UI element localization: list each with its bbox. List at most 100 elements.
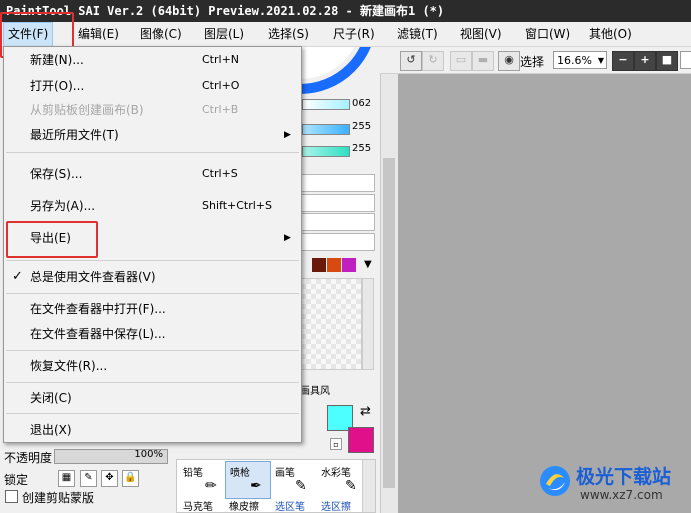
tool-airbrush-label: 喷枪 bbox=[230, 468, 250, 479]
tool-eraser[interactable]: 橡皮擦 bbox=[225, 498, 269, 513]
menu-exit[interactable]: 退出(X) bbox=[4, 419, 301, 441]
eye-icon[interactable]: ◉ bbox=[498, 51, 520, 71]
chevron-down-icon: ▼ bbox=[597, 56, 604, 65]
menu-ruler[interactable]: 尺子(R) bbox=[333, 22, 375, 47]
menu-close[interactable]: 关闭(C) bbox=[4, 387, 301, 409]
tool-watercolor[interactable]: 水彩笔 ✎ bbox=[317, 462, 361, 498]
tool-marker[interactable]: 马克笔 bbox=[179, 498, 223, 513]
tool-grid-scrollbar[interactable] bbox=[362, 460, 375, 512]
menu-separator bbox=[6, 152, 299, 153]
menu-separator bbox=[6, 260, 299, 261]
saturation-slider[interactable] bbox=[302, 124, 350, 135]
swatch-orange[interactable] bbox=[327, 258, 341, 272]
menu-open-in-viewer-label: 在文件查看器中打开(F)... bbox=[30, 302, 166, 316]
menu-view[interactable]: 视图(V) bbox=[460, 22, 502, 47]
clipping-mask-checkbox[interactable] bbox=[5, 490, 18, 503]
tool-airbrush[interactable]: 喷枪 ✒ bbox=[225, 461, 271, 499]
value-slider[interactable] bbox=[302, 146, 350, 157]
background-color[interactable] bbox=[348, 427, 374, 453]
canvas-area[interactable] bbox=[398, 74, 691, 513]
panel-tab[interactable]: 画具风 bbox=[300, 382, 330, 397]
select-label: 选择 bbox=[520, 55, 545, 69]
color-field-4[interactable] bbox=[300, 233, 375, 251]
redo-icon[interactable]: ↻ bbox=[422, 51, 444, 71]
swap-colors-icon[interactable]: ⇄ bbox=[360, 404, 371, 419]
highlight-export bbox=[6, 221, 98, 258]
color-field-3[interactable] bbox=[300, 213, 375, 231]
menu-close-label: 关闭(C) bbox=[30, 391, 72, 405]
lock-transparency-icon[interactable]: ▦ bbox=[58, 470, 75, 487]
menu-other[interactable]: 其他(O) bbox=[589, 22, 632, 47]
tool-select-pen-label: 选区笔 bbox=[275, 502, 305, 513]
menu-filter[interactable]: 滤镜(T) bbox=[397, 22, 438, 47]
menu-bar: 文件(F) 编辑(E) 图像(C) 图层(L) 选择(S) 尺子(R) 滤镜(T… bbox=[0, 22, 691, 49]
transparent-color-icon[interactable]: ▫ bbox=[330, 438, 342, 450]
menu-layer[interactable]: 图层(L) bbox=[204, 22, 244, 47]
zoom-out-icon[interactable]: − bbox=[612, 51, 634, 71]
deselect-icon[interactable]: ▭ bbox=[450, 51, 472, 71]
menu-open-shortcut: Ctrl+O bbox=[202, 79, 240, 92]
menu-edit[interactable]: 编辑(E) bbox=[78, 22, 119, 47]
zoom-in-icon[interactable]: + bbox=[634, 51, 656, 71]
watermark-url: www.xz7.com bbox=[580, 488, 663, 502]
menu-save[interactable]: 保存(S)... Ctrl+S bbox=[4, 163, 301, 185]
menu-separator bbox=[6, 293, 299, 294]
menu-from-clipboard[interactable]: 从剪贴板创建画布(B) Ctrl+B bbox=[4, 99, 301, 121]
lock-all-icon[interactable]: 🔒 bbox=[122, 470, 139, 487]
scroll-thumb[interactable] bbox=[383, 158, 395, 488]
menu-open-in-viewer[interactable]: 在文件查看器中打开(F)... bbox=[4, 298, 301, 320]
scratch-palette[interactable] bbox=[300, 278, 362, 370]
invert-selection-icon[interactable]: ▬ bbox=[472, 51, 494, 71]
menu-from-clipboard-shortcut: Ctrl+B bbox=[202, 103, 239, 116]
watermark-logo-icon bbox=[540, 466, 570, 496]
menu-save-as-shortcut: Shift+Ctrl+S bbox=[202, 199, 272, 212]
swatch-menu-icon[interactable]: ▼ bbox=[364, 259, 372, 270]
swatch-dark-red[interactable] bbox=[312, 258, 326, 272]
submenu-arrow-icon: ▶ bbox=[284, 130, 291, 140]
menu-new-label: 新建(N)... bbox=[30, 53, 84, 67]
opacity-slider[interactable]: 100% bbox=[54, 449, 168, 464]
tool-select-pen[interactable]: 选区笔 bbox=[271, 498, 315, 513]
menu-exit-label: 退出(X) bbox=[30, 423, 72, 437]
menu-window[interactable]: 窗口(W) bbox=[525, 22, 570, 47]
menu-separator bbox=[6, 350, 299, 351]
zoom-reset-icon[interactable]: ■ bbox=[656, 51, 678, 71]
tool-brush[interactable]: 画笔 ✎ bbox=[271, 462, 315, 498]
menu-new[interactable]: 新建(N)... Ctrl+N bbox=[4, 49, 301, 71]
menu-open-label: 打开(O)... bbox=[30, 79, 85, 93]
rotation-field[interactable] bbox=[680, 51, 691, 69]
menu-select[interactable]: 选择(S) bbox=[268, 22, 309, 47]
tool-pencil[interactable]: 铅笔 ✏ bbox=[179, 462, 223, 498]
hue-slider[interactable] bbox=[302, 99, 350, 110]
color-field-2[interactable] bbox=[300, 194, 375, 212]
menu-save-in-viewer[interactable]: 在文件查看器中保存(L)... bbox=[4, 323, 301, 345]
undo-icon[interactable]: ↺ bbox=[400, 51, 422, 71]
opacity-label: 不透明度 bbox=[4, 451, 53, 465]
menu-save-shortcut: Ctrl+S bbox=[202, 167, 238, 180]
lock-paint-icon[interactable]: ✎ bbox=[80, 470, 97, 487]
tool-watercolor-label: 水彩笔 bbox=[321, 468, 351, 479]
menu-recent-files[interactable]: 最近所用文件(T) ▶ bbox=[4, 124, 301, 146]
menu-open[interactable]: 打开(O)... Ctrl+O bbox=[4, 75, 301, 97]
menu-save-as[interactable]: 另存为(A)... Shift+Ctrl+S bbox=[4, 195, 301, 217]
layer-panel: 不透明度 100% 锁定 ▦ ✎ ✥ 🔒 创建剪贴蒙版 bbox=[0, 443, 175, 513]
menu-save-in-viewer-label: 在文件查看器中保存(L)... bbox=[30, 327, 166, 341]
color-field-1[interactable] bbox=[300, 174, 375, 192]
menu-image[interactable]: 图像(C) bbox=[140, 22, 182, 47]
canvas-vertical-scrollbar[interactable] bbox=[380, 74, 398, 513]
swatch-magenta[interactable] bbox=[342, 258, 356, 272]
palette-scrollbar[interactable] bbox=[362, 278, 374, 370]
watermark-text: 极光下载站 bbox=[576, 466, 672, 488]
zoom-select[interactable]: 16.6% ▼ bbox=[553, 51, 607, 69]
opacity-value: 100% bbox=[134, 449, 163, 460]
tool-select-eraser-label: 选区擦 bbox=[321, 502, 351, 513]
slider-value-2: 255 bbox=[352, 121, 372, 132]
menu-recover[interactable]: 恢复文件(R)... bbox=[4, 355, 301, 377]
slider-value-1: 062 bbox=[352, 98, 372, 109]
lock-move-icon[interactable]: ✥ bbox=[101, 470, 118, 487]
tool-pencil-label: 铅笔 bbox=[183, 468, 203, 479]
menu-always-use-viewer[interactable]: ✓ 总是使用文件查看器(V) bbox=[4, 266, 301, 288]
menu-always-use-viewer-label: 总是使用文件查看器(V) bbox=[30, 270, 156, 284]
menu-from-clipboard-label: 从剪贴板创建画布(B) bbox=[30, 103, 144, 117]
tool-select-eraser[interactable]: 选区擦 bbox=[317, 498, 361, 513]
